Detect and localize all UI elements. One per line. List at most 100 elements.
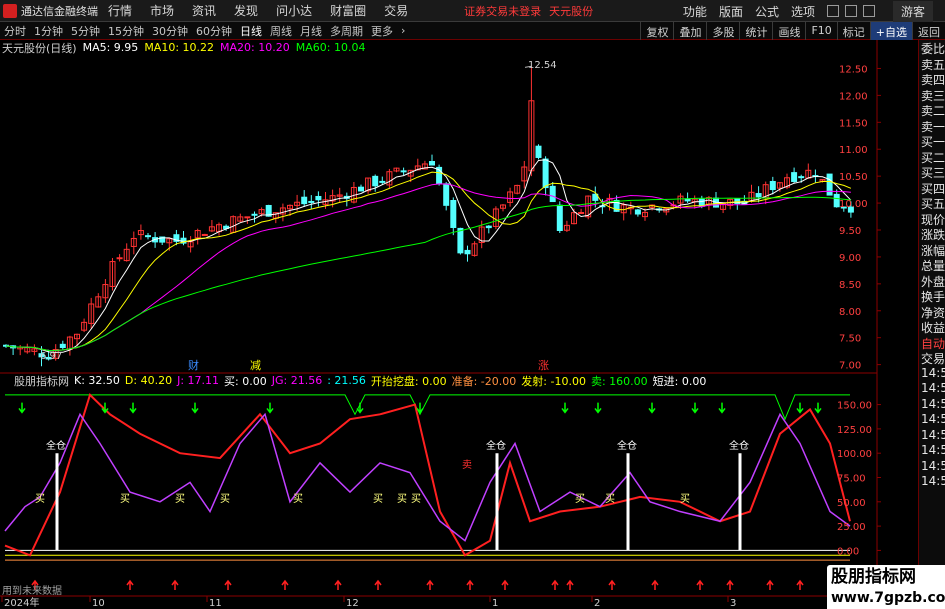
- login-status: 证券交易未登录: [464, 4, 542, 18]
- sell-arrow-icon: [814, 402, 822, 414]
- ma-lines: [5, 159, 852, 353]
- candle-body: [308, 200, 315, 203]
- date-tick-label: 1: [492, 598, 498, 609]
- period-30min[interactable]: 30分钟: [152, 23, 188, 39]
- watermark: 股朋指标网 www.7gpzb.com: [827, 565, 945, 609]
- price-tick-label: 12.50: [839, 64, 868, 75]
- trend-line: [4, 393, 851, 557]
- menu-market-quotes[interactable]: 行情: [108, 2, 132, 19]
- menu-formula[interactable]: 公式: [755, 3, 779, 20]
- maximize-icon[interactable]: [844, 5, 857, 17]
- period-multi[interactable]: 多周期: [330, 23, 363, 39]
- candle-body: [251, 213, 258, 216]
- buy-arrow-icon: [281, 579, 289, 590]
- title-bar: 通达信金融终端 行情 市场 资讯 发现 问小达 财富圈 交易 证券交易未登录 天…: [0, 0, 945, 22]
- current-stock: 天元股份: [549, 4, 594, 18]
- menu-trade[interactable]: 交易: [384, 2, 408, 19]
- menu-layout[interactable]: 版面: [719, 3, 743, 20]
- side-change-pct[interactable]: 涨幅: [919, 242, 945, 258]
- side-volume[interactable]: 总量: [919, 257, 945, 273]
- adjust-button[interactable]: 复权: [640, 22, 673, 40]
- period-5min[interactable]: 5分钟: [71, 23, 100, 39]
- app-logo-icon: [3, 3, 17, 18]
- mark-button[interactable]: 标记: [836, 22, 870, 40]
- side-buy1[interactable]: 买一: [919, 133, 945, 149]
- candle-body: [769, 180, 776, 191]
- period-more[interactable]: 更多: [371, 23, 393, 39]
- add-watchlist-button[interactable]: +自选: [869, 22, 912, 40]
- guest-button[interactable]: 游客: [892, 0, 933, 22]
- side-change[interactable]: 涨跌: [919, 226, 945, 242]
- side-netasset[interactable]: 净资: [919, 304, 945, 320]
- period-15min[interactable]: 15分钟: [108, 23, 144, 39]
- menu-ask[interactable]: 问小达: [276, 2, 312, 19]
- close-icon[interactable]: [862, 5, 875, 17]
- back-button[interactable]: 返回: [912, 22, 945, 40]
- buy-signal-label: 买: [397, 493, 407, 505]
- candle-body: [372, 175, 379, 187]
- sell-signal-label: 卖: [462, 459, 472, 471]
- chart-canvas[interactable]: 全仓 全仓 全仓 全仓买买买买买买买买买买买卖 12.5012.0011.5011.0…: [0, 40, 918, 609]
- indicator-panel: 全仓 全仓 全仓 全仓买买买买买买买买买买买卖: [4, 393, 851, 590]
- draw-button[interactable]: 画线: [772, 22, 805, 40]
- side-turnover[interactable]: 换手: [919, 288, 945, 304]
- side-earnings[interactable]: 收益: [919, 319, 945, 335]
- menu-news[interactable]: 资讯: [192, 2, 216, 19]
- side-auto[interactable]: 自动: [919, 335, 945, 351]
- period-60min[interactable]: 60分钟: [196, 23, 232, 39]
- price-tick-label: 11.50: [839, 118, 868, 129]
- side-outer[interactable]: 外盘: [919, 273, 945, 289]
- side-price[interactable]: 现价: [919, 211, 945, 227]
- side-time-1: 14:55: [921, 365, 945, 380]
- zhang-marker: 涨: [538, 359, 549, 372]
- minimize-icon[interactable]: [826, 5, 839, 17]
- menu-market[interactable]: 市场: [150, 2, 174, 19]
- period-daily[interactable]: 日线: [240, 23, 262, 39]
- stats-button[interactable]: 统计: [739, 22, 772, 40]
- period-tick[interactable]: 分时: [4, 23, 26, 39]
- side-sell1[interactable]: 卖一: [919, 118, 945, 134]
- side-buy2[interactable]: 买二: [919, 149, 945, 165]
- f10-button[interactable]: F10: [805, 22, 836, 40]
- price-tick-label: 8.00: [839, 307, 861, 318]
- side-sell4[interactable]: 卖四: [919, 71, 945, 87]
- sell-arrow-icon: [561, 402, 569, 414]
- ind-tick-label: 100.00: [837, 449, 872, 460]
- chevron-right-icon[interactable]: ›: [401, 24, 405, 37]
- price-tick-label: 12.00: [839, 91, 868, 102]
- side-time-4: 14:56: [921, 412, 945, 426]
- ind-tick-label: 50.00: [837, 498, 866, 509]
- candle-body: [485, 225, 492, 229]
- buy-signal-label: 买: [35, 493, 45, 505]
- period-monthly[interactable]: 月线: [300, 23, 322, 39]
- side-sell2[interactable]: 卖二: [919, 102, 945, 118]
- menu-discover[interactable]: 发现: [234, 2, 258, 19]
- side-trade[interactable]: 交易: [919, 350, 945, 366]
- side-sell5[interactable]: 卖五: [919, 56, 945, 72]
- period-1min[interactable]: 1分钟: [34, 23, 63, 39]
- full-position-label: 全仓: [46, 439, 66, 452]
- multi-stock-button[interactable]: 多股: [706, 22, 739, 40]
- buy-arrow-icon: [696, 579, 704, 590]
- side-weibi[interactable]: 委比: [919, 40, 945, 56]
- price-tick-label: 10.50: [839, 172, 868, 183]
- menu-function[interactable]: 功能: [683, 3, 707, 20]
- menu-options[interactable]: 选项: [791, 3, 815, 20]
- side-buy4[interactable]: 买四: [919, 180, 945, 196]
- side-sell3[interactable]: 卖三: [919, 87, 945, 103]
- side-time-3: 14:55: [921, 396, 945, 411]
- side-buy5[interactable]: 买五: [919, 195, 945, 211]
- watermark-url: www.7gpzb.com: [831, 590, 945, 606]
- sell-arrow-icon: [129, 402, 137, 414]
- jian-marker: 减: [250, 359, 261, 372]
- candle-body: [755, 193, 762, 198]
- app-title: 通达信金融终端: [21, 4, 98, 18]
- buy-arrow-icon: [126, 579, 134, 590]
- period-weekly[interactable]: 周线: [270, 23, 292, 39]
- buy-arrow-icon: [501, 579, 509, 590]
- candle-body: [542, 158, 549, 189]
- side-buy3[interactable]: 买三: [919, 164, 945, 180]
- overlay-button[interactable]: 叠加: [673, 22, 706, 40]
- candle-body: [315, 195, 322, 201]
- menu-wealth[interactable]: 财富圈: [330, 2, 366, 19]
